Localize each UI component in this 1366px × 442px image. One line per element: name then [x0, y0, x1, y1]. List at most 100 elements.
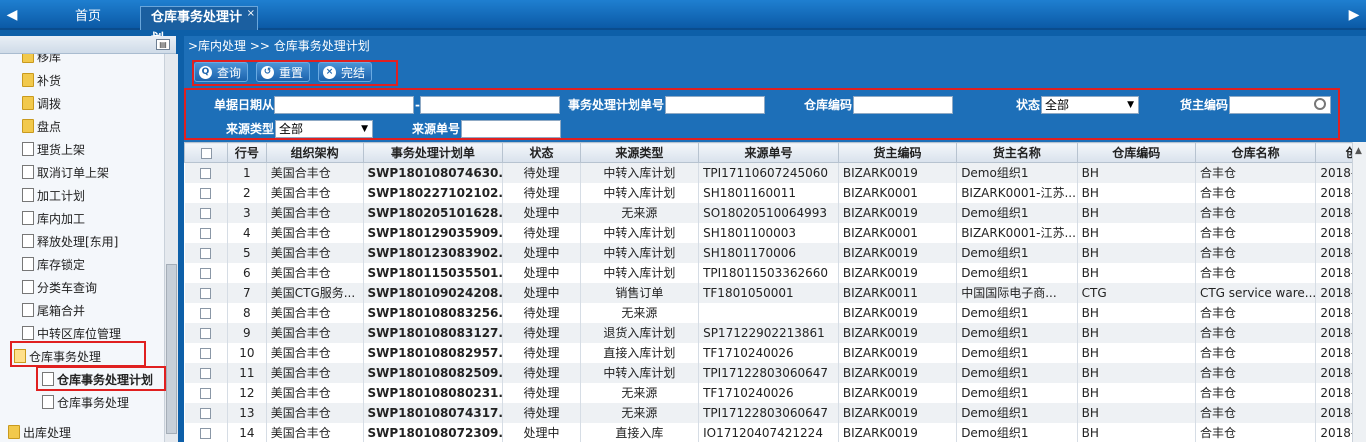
col-header[interactable]: 组织架构	[265, 142, 364, 163]
row-checkbox-cell[interactable]	[184, 182, 229, 203]
row-checkbox-cell[interactable]	[184, 422, 229, 442]
main-panel: >库内处理 >> 仓库事务处理计划 Q 查询 ↺ 重置 × 完结 单据日期从 - 事务…	[184, 36, 1366, 442]
table-cell: 3	[227, 202, 267, 223]
sidebar-item-warehouse-process[interactable]: 仓库事务处理	[42, 392, 129, 414]
sidebar-item-transfer[interactable]: 调拨	[22, 93, 61, 115]
row-checkbox-cell[interactable]	[184, 382, 229, 403]
checkbox[interactable]	[200, 387, 212, 399]
tab-warehouse-plan[interactable]: 仓库事务处理计划 ×	[140, 3, 258, 47]
table-row[interactable]: 9 美国合丰仓 SWP180108083127... 待处理 退货入库计划 SP17122…	[184, 322, 1366, 343]
table-row[interactable]: 14 美国合丰仓 SWP180108072309... 处理中 直接入库 IO171204…	[184, 422, 1366, 442]
table-cell: BH	[1077, 242, 1196, 263]
col-header[interactable]: 状态	[502, 142, 581, 163]
scroll-thumb[interactable]	[166, 264, 177, 434]
col-header[interactable]: 仓库名称	[1194, 142, 1317, 163]
checkbox[interactable]	[200, 227, 212, 239]
sidebar-item-putaway[interactable]: 理货上架	[22, 139, 85, 161]
col-header[interactable]: 仓库编码	[1076, 142, 1196, 163]
table-cell: Demo组织1	[956, 162, 1078, 183]
sidebar-item-sort-cart[interactable]: 分类车查询	[22, 277, 97, 299]
table-cell: 美国合丰仓	[266, 162, 364, 183]
checkbox[interactable]	[200, 167, 212, 179]
sidebar-item-release[interactable]: 释放处理[东用]	[22, 231, 118, 253]
checkbox[interactable]	[200, 407, 212, 419]
table-cell: 美国合丰仓	[266, 222, 364, 243]
scroll-left-icon[interactable]: ◀	[4, 7, 20, 23]
table-row[interactable]: 8 美国合丰仓 SWP180108083256... 待处理 无来源 BIZARK0019…	[184, 302, 1366, 323]
close-icon[interactable]: ×	[247, 3, 255, 25]
table-row[interactable]: 5 美国合丰仓 SWP180123083902... 处理中 中转入库计划 SH18011…	[184, 242, 1366, 263]
checkbox[interactable]	[200, 327, 212, 339]
select-all-header[interactable]	[184, 142, 229, 163]
table-cell: Demo组织1	[956, 342, 1078, 363]
checkbox[interactable]	[200, 347, 212, 359]
row-checkbox-cell[interactable]	[184, 282, 229, 303]
table-cell: BIZARK0019	[838, 262, 958, 283]
checkbox[interactable]	[200, 427, 212, 439]
col-header[interactable]: 货主名称	[956, 142, 1078, 163]
table-cell: 11	[227, 362, 267, 383]
row-checkbox-cell[interactable]	[184, 262, 229, 283]
checkbox[interactable]	[200, 147, 212, 159]
sidebar-item-tail-box[interactable]: 尾箱合并	[22, 300, 85, 322]
sidebar-item-processing-plan[interactable]: 加工计划	[22, 185, 85, 207]
row-checkbox-cell[interactable]	[184, 222, 229, 243]
col-header[interactable]: 货主编码	[837, 142, 958, 163]
checkbox[interactable]	[200, 287, 212, 299]
page-icon	[22, 142, 34, 156]
row-checkbox-cell[interactable]	[184, 162, 229, 183]
sidebar-item-move[interactable]: 移库	[22, 54, 61, 68]
folder-icon	[22, 96, 34, 110]
col-header[interactable]: 来源单号	[698, 142, 839, 163]
table-row[interactable]: 10 美国合丰仓 SWP180108082957... 待处理 直接入库计划 TF1710…	[184, 342, 1366, 363]
page-icon	[42, 395, 54, 409]
table-cell: BH	[1077, 222, 1196, 243]
table-cell: BIZARK0019	[838, 242, 958, 263]
checkbox[interactable]	[200, 367, 212, 379]
checkbox[interactable]	[200, 267, 212, 279]
table-row[interactable]: 6 美国合丰仓 SWP180115035501... 处理中 中转入库计划 TPI1801…	[184, 262, 1366, 283]
table-cell: 合丰仓	[1195, 242, 1317, 263]
collapse-icon[interactable]: ▤	[156, 39, 170, 50]
table-row[interactable]: 11 美国合丰仓 SWP180108082509... 待处理 中转入库计划 TPI171…	[184, 362, 1366, 383]
table-cell: SWP180109024208...	[363, 282, 504, 303]
table-row[interactable]: 4 美国合丰仓 SWP180129035909... 待处理 中转入库计划 SH18011…	[184, 222, 1366, 243]
checkbox[interactable]	[200, 187, 212, 199]
checkbox[interactable]	[200, 247, 212, 259]
table-cell: BIZARK0019	[838, 402, 958, 423]
sidebar-item-stock-lock[interactable]: 库存锁定	[22, 254, 85, 276]
row-checkbox-cell[interactable]	[184, 362, 229, 383]
sidebar-item-outbound[interactable]: 出库处理	[8, 422, 71, 442]
tab-home[interactable]: 首页	[40, 6, 136, 30]
page-icon	[22, 188, 34, 202]
col-header[interactable]: 来源类型	[579, 142, 700, 163]
checkbox[interactable]	[200, 307, 212, 319]
row-checkbox-cell[interactable]	[184, 202, 229, 223]
table-cell: 1	[227, 162, 267, 183]
scroll-up-icon[interactable]: ▲	[1355, 146, 1362, 156]
sidebar-item-inventory-count[interactable]: 盘点	[22, 116, 61, 138]
table-row[interactable]: 13 美国合丰仓 SWP180108074317... 待处理 无来源 TPI171228…	[184, 402, 1366, 423]
table-cell: 处理中	[502, 282, 581, 303]
table-row[interactable]: 3 美国合丰仓 SWP180205101628... 处理中 无来源 SO18020510…	[184, 202, 1366, 223]
table-row[interactable]: 12 美国合丰仓 SWP180108080231... 待处理 无来源 TF1710240…	[184, 382, 1366, 403]
row-checkbox-cell[interactable]	[184, 322, 229, 343]
scroll-right-icon[interactable]: ▶	[1346, 7, 1362, 23]
row-checkbox-cell[interactable]	[184, 342, 229, 363]
table-row[interactable]: 2 美国合丰仓 SWP180227102102... 待处理 中转入库计划 SH18011…	[184, 182, 1366, 203]
col-header[interactable]: 事务处理计划单	[362, 142, 504, 163]
row-checkbox-cell[interactable]	[184, 242, 229, 263]
row-checkbox-cell[interactable]	[184, 402, 229, 423]
sidebar-item-cancel-putaway[interactable]: 取消订单上架	[22, 162, 109, 184]
grid-scrollbar[interactable]: ▲	[1352, 142, 1366, 442]
checkbox[interactable]	[200, 207, 212, 219]
table-cell: 美国合丰仓	[266, 402, 364, 423]
col-header[interactable]: 行号	[227, 142, 267, 163]
row-checkbox-cell[interactable]	[184, 302, 229, 323]
page-icon	[22, 280, 34, 294]
sidebar-item-processing[interactable]: 库内加工	[22, 208, 85, 230]
table-row[interactable]: 1 美国合丰仓 SWP180108074630... 待处理 中转入库计划 TPI1711…	[184, 162, 1366, 183]
sidebar-item-replenish[interactable]: 补货	[22, 70, 61, 92]
table-row[interactable]: 7 美国CTG服务... SWP180109024208... 处理中 销售订单 TF18…	[184, 282, 1366, 303]
sidebar-scrollbar[interactable]	[164, 54, 178, 442]
